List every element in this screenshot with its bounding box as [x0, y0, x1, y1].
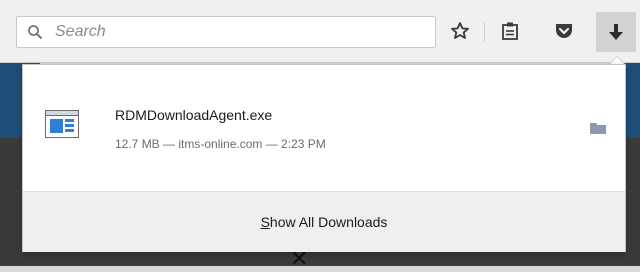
browser-toolbar: Search	[0, 0, 640, 63]
download-arrow-icon	[609, 24, 623, 40]
search-icon	[28, 25, 43, 40]
exe-file-icon	[45, 110, 79, 138]
clipboard-icon[interactable]	[498, 19, 522, 43]
downloads-panel: RDMDownloadAgent.exe 12.7 MB — itms-onli…	[22, 64, 626, 252]
footer-label-rest: how All Downloads	[269, 214, 388, 230]
toolbar-separator	[484, 22, 485, 42]
star-icon[interactable]	[448, 19, 472, 43]
search-input[interactable]: Search	[16, 16, 436, 48]
accesskey-letter: S	[260, 214, 270, 230]
search-placeholder: Search	[55, 23, 106, 40]
download-file-name: RDMDownloadAgent.exe	[115, 107, 273, 123]
pocket-icon[interactable]	[552, 19, 576, 43]
downloads-button[interactable]	[596, 12, 636, 52]
show-all-downloads-label: Show All Downloads	[261, 214, 388, 230]
download-item[interactable]: RDMDownloadAgent.exe 12.7 MB — itms-onli…	[23, 65, 625, 191]
download-status: 12.7 MB — itms-online.com — 2:23 PM	[115, 137, 326, 151]
folder-icon[interactable]	[589, 121, 607, 135]
show-all-downloads-button[interactable]: Show All Downloads	[23, 191, 625, 252]
